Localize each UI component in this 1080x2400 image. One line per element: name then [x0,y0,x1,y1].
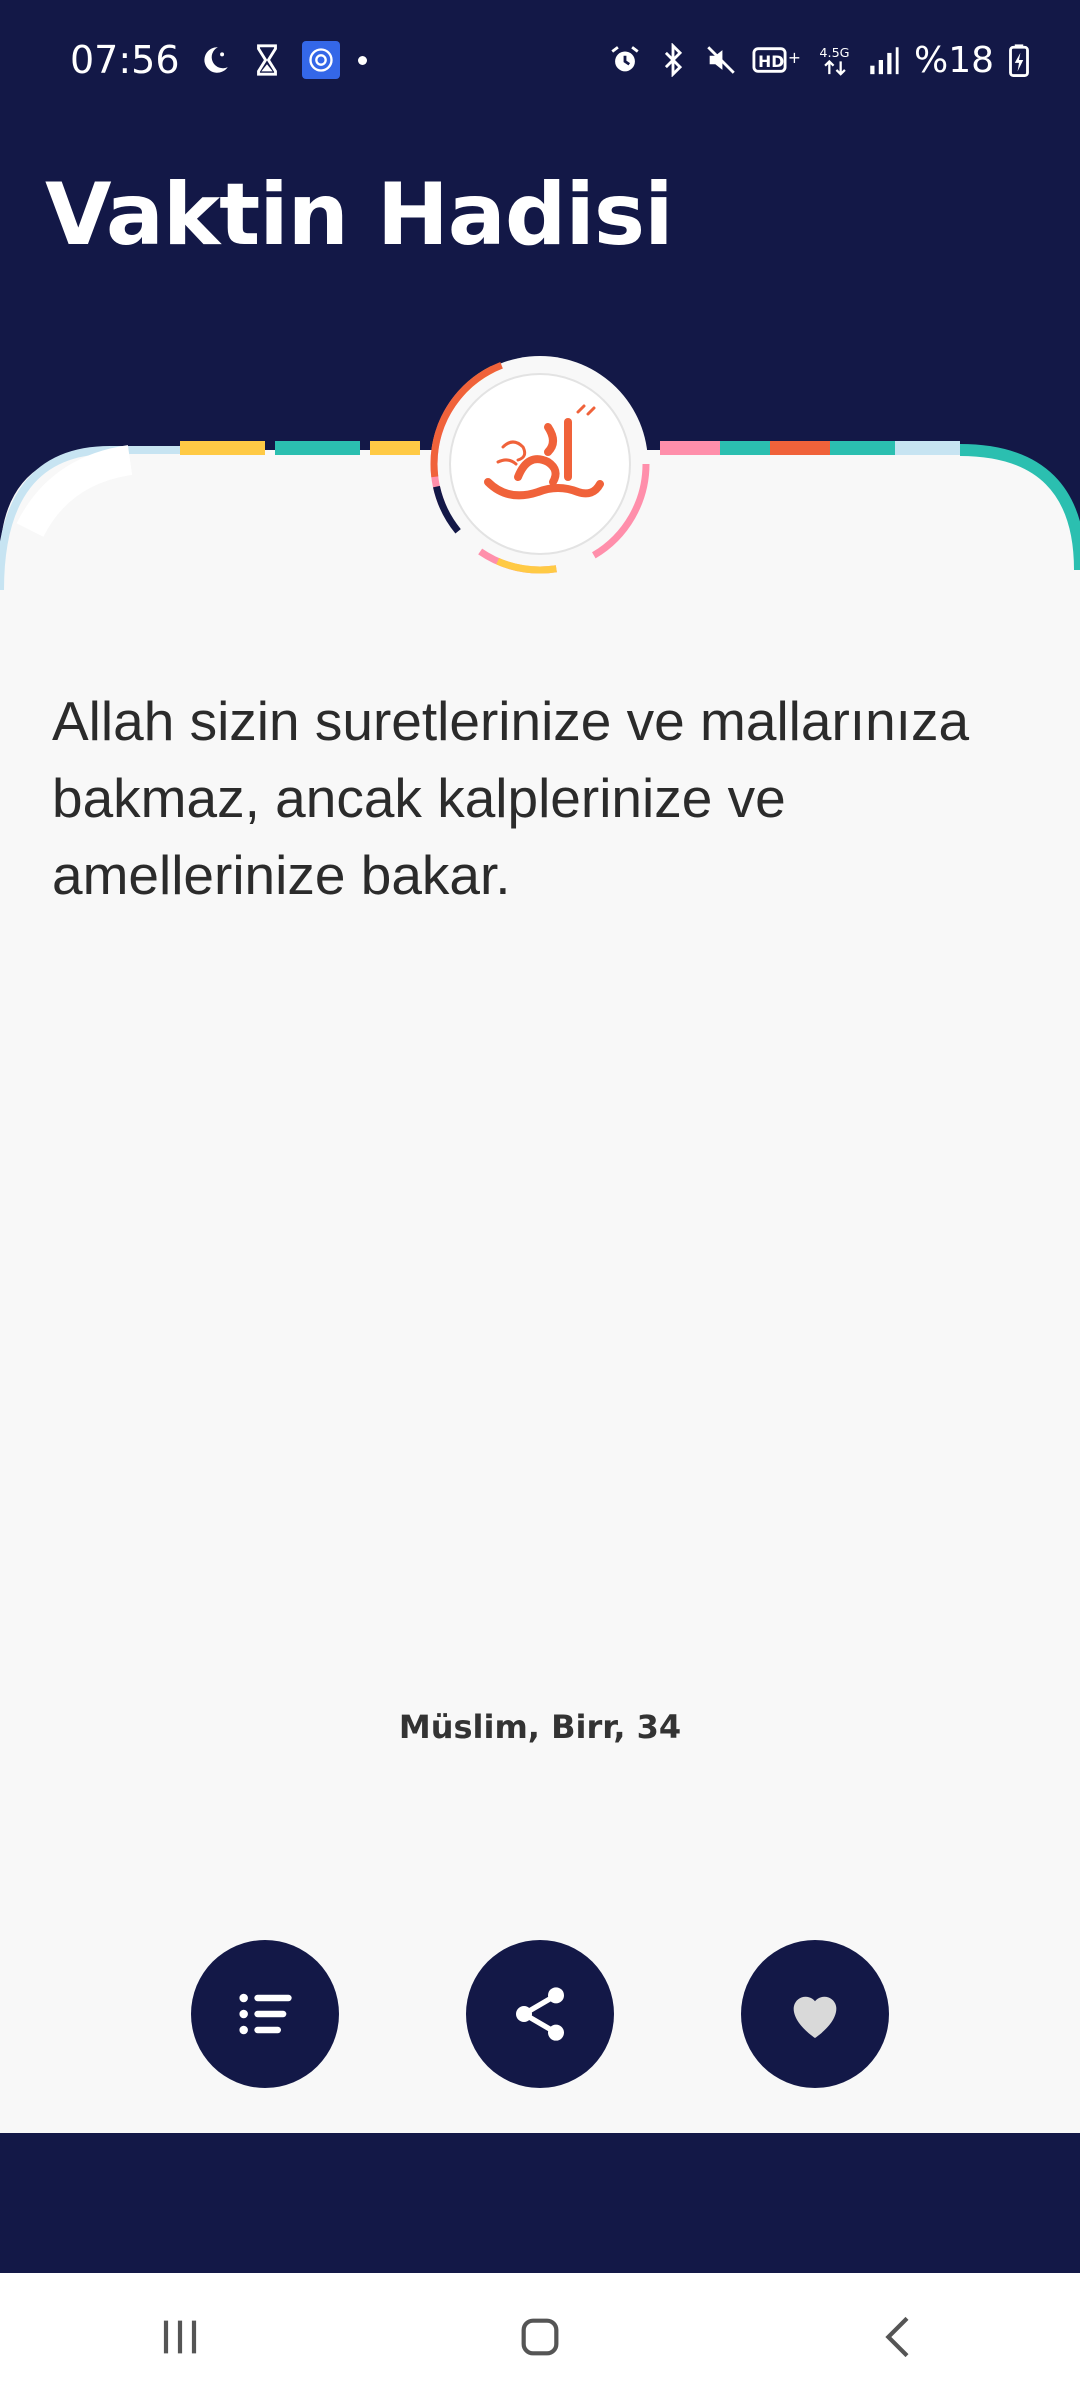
list-icon [239,1993,292,2035]
recent-apps-icon [163,2320,197,2353]
recent-apps-button[interactable] [120,2287,240,2387]
status-time: 07:56 [70,38,180,82]
home-icon [521,2318,559,2355]
svg-text:4.5G: 4.5G [819,46,849,61]
app-badge-icon [301,41,340,79]
hadith-card: Allah sizin suretlerinize ve mallarınıza… [0,628,1080,2133]
svg-text:HD: HD [758,53,784,71]
hd-volte-icon: HD + [752,43,804,77]
dot-icon [357,55,367,65]
back-button[interactable] [840,2287,960,2387]
bottom-band [0,2133,1080,2273]
status-bar: 07:56 HD + 4.5G %18 [0,0,1080,120]
signal-icon [866,43,900,77]
network-4-5g-icon: 4.5G [818,43,852,77]
share-button[interactable] [466,1940,614,2088]
bluetooth-icon [656,43,690,77]
heart-icon [793,1996,837,2038]
share-icon [516,1987,564,2041]
battery-percent: %18 [913,39,994,81]
hadith-text: Allah sizin suretlerinize ve mallarınıza… [52,690,970,906]
system-nav-bar [0,2273,1080,2400]
home-button[interactable] [480,2287,600,2387]
favorite-button[interactable] [741,1940,889,2088]
svg-text:+: + [788,49,801,67]
back-icon [885,2316,909,2357]
alarm-icon [608,43,642,77]
hourglass-icon [250,43,284,77]
list-button[interactable] [191,1940,339,2088]
moon-icon [198,43,232,77]
muhammad-calligraphy-icon [428,352,652,576]
hadith-source: Müslim, Birr, 34 [398,1708,682,1746]
page-title: Vaktin Hadisi [45,165,674,265]
battery-charging-icon [1008,43,1030,77]
mute-icon [704,43,738,77]
